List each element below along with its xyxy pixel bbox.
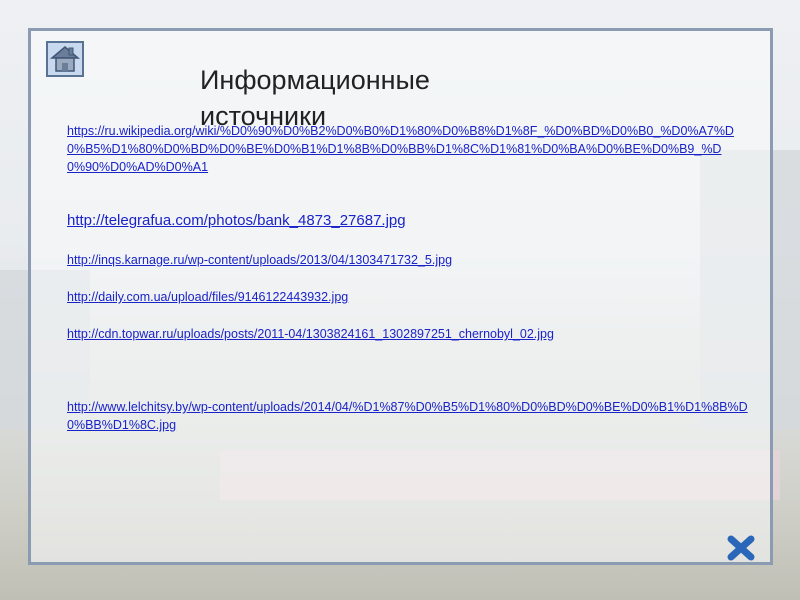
home-button[interactable] [46, 41, 84, 77]
source-link-karnage[interactable]: http://inqs.karnage.ru/wp-content/upload… [67, 251, 452, 269]
close-icon [727, 535, 755, 561]
source-link-telegrafua[interactable]: http://telegrafua.com/photos/bank_4873_2… [67, 212, 406, 230]
home-icon [49, 46, 81, 72]
close-button[interactable] [726, 535, 756, 561]
source-link-daily[interactable]: http://daily.com.ua/upload/files/9146122… [67, 288, 348, 306]
source-link-wikipedia[interactable]: https://ru.wikipedia.org/wiki/%D0%90%D0%… [67, 122, 737, 176]
source-link-lelchitsy[interactable]: http://www.lelchitsy.by/wp-content/uploa… [67, 398, 752, 434]
source-link-topwar[interactable]: http://cdn.topwar.ru/uploads/posts/2011-… [67, 325, 632, 343]
